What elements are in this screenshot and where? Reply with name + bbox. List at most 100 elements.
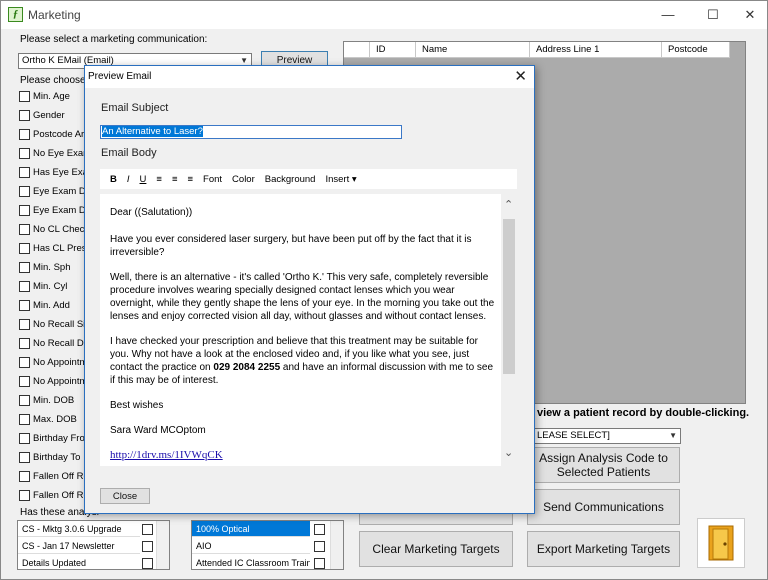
criteria-checkbox[interactable]: Min. Cyl xyxy=(19,281,85,292)
criteria-checkbox[interactable]: Eye Exam Due xyxy=(19,186,85,197)
checkbox-box[interactable] xyxy=(19,376,30,387)
analysis-list-left[interactable]: CS - Mktg 3.0.6 Upgrade CS - Jan 17 News… xyxy=(17,520,170,570)
list-item-checkbox[interactable] xyxy=(314,541,325,552)
scroll-down-icon[interactable]: ⌄ xyxy=(504,446,513,459)
analysis-list-right[interactable]: 100% Optical AIO Attended IC Classroom T… xyxy=(191,520,344,570)
checkbox-box[interactable] xyxy=(19,129,30,140)
italic-button[interactable]: I xyxy=(127,174,130,185)
list-item-checkbox[interactable] xyxy=(314,524,325,535)
list-item[interactable]: CS - Mktg 3.0.6 Upgrade xyxy=(18,521,140,537)
checkbox-box[interactable] xyxy=(19,186,30,197)
checkbox-box[interactable] xyxy=(19,281,30,292)
checkbox-box[interactable] xyxy=(19,357,30,368)
list-item[interactable]: CS - Jan 17 Newsletter xyxy=(18,538,140,554)
exit-button[interactable] xyxy=(697,518,745,568)
checkbox-box[interactable] xyxy=(19,224,30,235)
underline-button[interactable]: U xyxy=(140,174,147,185)
color-button[interactable]: Color xyxy=(232,174,255,185)
criteria-checkbox[interactable]: Min. Sph xyxy=(19,262,85,273)
checkbox-box[interactable] xyxy=(19,452,30,463)
grid-header-name[interactable]: Name xyxy=(416,42,530,58)
list-item-checkbox[interactable] xyxy=(142,524,153,535)
maximize-button[interactable]: ☐ xyxy=(698,5,728,25)
criteria-label: Eye Exam Due xyxy=(33,205,85,216)
criteria-checkbox[interactable]: No Recall Sin xyxy=(19,319,85,330)
grid-header-id[interactable]: ID xyxy=(370,42,416,58)
list-item-checkbox[interactable] xyxy=(314,558,325,569)
align-right-icon[interactable]: ≡ xyxy=(187,174,193,185)
criteria-checkbox[interactable]: No Eye Exam xyxy=(19,148,85,159)
checkbox-box[interactable] xyxy=(19,205,30,216)
editor-scrollbar[interactable]: ⌃ ⌄ xyxy=(501,194,517,466)
criteria-checkbox[interactable]: Birthday To xyxy=(19,452,85,463)
criteria-checkbox[interactable]: Has Eye Exam xyxy=(19,167,85,178)
checkbox-box[interactable] xyxy=(19,471,30,482)
list-scrollbar[interactable] xyxy=(156,521,169,569)
criteria-checkbox[interactable]: Min. Add xyxy=(19,300,85,311)
criteria-checkbox[interactable]: Eye Exam Due xyxy=(19,205,85,216)
checkbox-box[interactable] xyxy=(19,319,30,330)
dialog-title: Preview Email xyxy=(88,71,152,82)
align-left-icon[interactable]: ≡ xyxy=(156,174,162,185)
grid-header-select[interactable] xyxy=(344,42,370,58)
criteria-checkbox[interactable]: Has CL Prescr xyxy=(19,243,85,254)
email-body-editor[interactable]: Dear ((Salutation)) Have you ever consid… xyxy=(100,194,517,466)
scroll-up-icon[interactable]: ⌃ xyxy=(504,198,513,211)
criteria-label: Min. Sph xyxy=(33,262,71,273)
close-button[interactable]: ✕ xyxy=(735,5,765,25)
checkbox-box[interactable] xyxy=(19,148,30,159)
clear-targets-button[interactable]: Clear Marketing Targets xyxy=(359,531,513,567)
checkbox-box[interactable] xyxy=(19,262,30,273)
criteria-checkbox[interactable]: Max. DOB xyxy=(19,414,85,425)
criteria-checkbox[interactable]: Fallen Off Rec xyxy=(19,471,85,482)
minimize-button[interactable]: — xyxy=(653,5,683,25)
list-item[interactable]: 100% Optical xyxy=(192,521,310,537)
checkbox-box[interactable] xyxy=(19,110,30,121)
subject-input[interactable]: An Alternative to Laser? xyxy=(100,125,402,139)
grid-header-postcode[interactable]: Postcode xyxy=(662,42,730,58)
double-click-hint: view a patient record by double-clicking… xyxy=(537,407,750,419)
criteria-checkbox[interactable]: Postcode Area xyxy=(19,129,85,140)
dialog-close-button[interactable]: Close xyxy=(100,488,150,504)
criteria-label: Postcode Area xyxy=(33,129,85,140)
checkbox-box[interactable] xyxy=(19,243,30,254)
criteria-checkbox[interactable]: No Appointme xyxy=(19,376,85,387)
list-item-checkbox[interactable] xyxy=(142,558,153,569)
body-label: Email Body xyxy=(101,147,157,159)
insert-menu[interactable]: Insert ▾ xyxy=(325,174,356,185)
align-center-icon[interactable]: ≡ xyxy=(172,174,178,185)
criteria-checkbox[interactable]: Gender xyxy=(19,110,85,121)
checkbox-box[interactable] xyxy=(19,395,30,406)
criteria-checkbox[interactable]: Birthday From xyxy=(19,433,85,444)
analysis-code-combo[interactable]: LEASE SELECT] ▼ xyxy=(533,428,681,444)
list-item[interactable]: Attended IC Classroom Traini... xyxy=(192,555,310,569)
checkbox-box[interactable] xyxy=(19,338,30,349)
font-button[interactable]: Font xyxy=(203,174,222,185)
criteria-checkbox[interactable]: Fallen Off Rec xyxy=(19,490,85,501)
list-scrollbar[interactable] xyxy=(330,521,343,569)
criteria-checkbox[interactable]: No Appointme xyxy=(19,357,85,368)
bold-button[interactable]: B xyxy=(110,174,117,185)
background-button[interactable]: Background xyxy=(265,174,316,185)
assign-analysis-button[interactable]: Assign Analysis Code to Selected Patient… xyxy=(527,447,680,483)
checkbox-box[interactable] xyxy=(19,433,30,444)
scroll-thumb[interactable] xyxy=(503,219,515,374)
list-item[interactable]: AIO xyxy=(192,538,310,554)
checkbox-box[interactable] xyxy=(19,490,30,501)
dialog-close-icon[interactable]: ✕ xyxy=(514,67,527,85)
checkbox-box[interactable] xyxy=(19,91,30,102)
checkbox-box[interactable] xyxy=(19,414,30,425)
list-item-checkbox[interactable] xyxy=(142,541,153,552)
criteria-checkbox[interactable]: Min. Age xyxy=(19,91,85,102)
criteria-checkbox[interactable]: No CL Checku xyxy=(19,224,85,235)
criteria-checkbox[interactable]: Min. DOB xyxy=(19,395,85,406)
criteria-checkbox[interactable]: No Recall Due xyxy=(19,338,85,349)
list-item[interactable]: Details Updated xyxy=(18,555,140,569)
grid-header-address[interactable]: Address Line 1 xyxy=(530,42,662,58)
video-link[interactable]: http://1drv.ms/1IVWqCK xyxy=(110,449,495,462)
checkbox-box[interactable] xyxy=(19,300,30,311)
export-targets-button[interactable]: Export Marketing Targets xyxy=(527,531,680,567)
checkbox-box[interactable] xyxy=(19,167,30,178)
criteria-label: Min. Add xyxy=(33,300,70,311)
send-communications-button[interactable]: Send Communications xyxy=(527,489,680,525)
